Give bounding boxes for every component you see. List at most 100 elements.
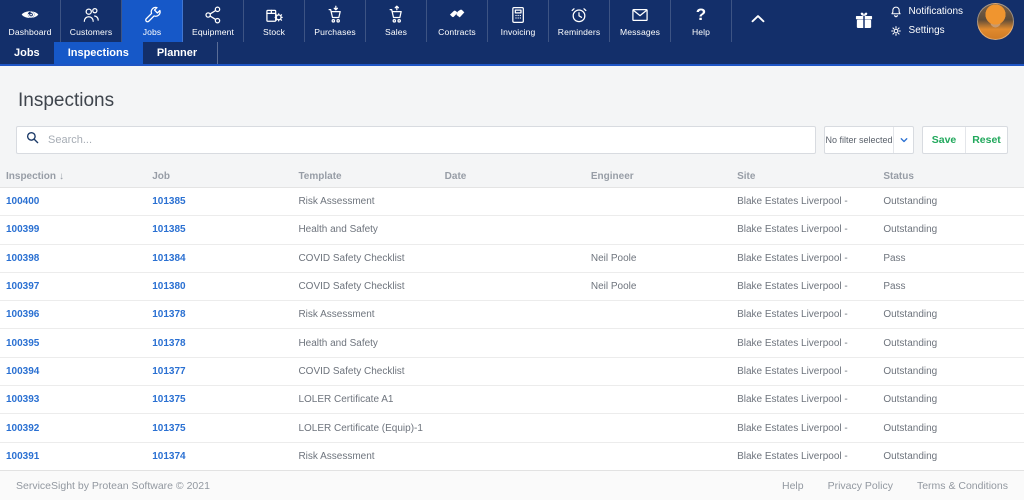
footer-link-help[interactable]: Help: [782, 480, 804, 492]
cart-down-icon: [325, 5, 345, 25]
table-row: 100394 101377 COVID Safety Checklist Blake …: [0, 357, 1024, 387]
inspection-cell-link[interactable]: 100392: [0, 423, 146, 434]
subnav-item-jobs[interactable]: Jobs: [0, 42, 54, 64]
question-icon: ?: [695, 5, 707, 24]
nav-item-label: Purchases: [314, 27, 356, 37]
customers-icon: [81, 5, 101, 25]
search-icon: [25, 130, 40, 150]
collapse-nav-button[interactable]: [732, 0, 784, 42]
site-cell: Blake Estates Liverpool -: [737, 196, 848, 208]
template-cell: COVID Safety Checklist: [298, 281, 405, 293]
column-header-template[interactable]: Template: [292, 171, 438, 182]
footer-copyright: ServiceSight by Protean Software © 2021: [16, 479, 210, 492]
nav-item-contracts[interactable]: Contracts: [427, 0, 488, 42]
nav-item-reminders[interactable]: Reminders: [549, 0, 610, 42]
job-cell-link[interactable]: 101377: [146, 366, 292, 377]
column-header-status[interactable]: Status: [877, 171, 1023, 182]
table-row: 100391 101374 Risk Assessment Blake Estates…: [0, 442, 1024, 470]
envelope-icon: [630, 5, 650, 25]
notifications-button[interactable]: Notifications: [889, 5, 963, 19]
table-row: 100393 101375 LOLER Certificate A1 Blake Es…: [0, 386, 1024, 415]
inspection-cell-link[interactable]: 100397: [0, 281, 146, 292]
save-button[interactable]: Save: [923, 127, 965, 153]
inspection-cell-link[interactable]: 100395: [0, 338, 146, 349]
search-input[interactable]: [48, 134, 807, 146]
column-header-inspection[interactable]: Inspection ↓: [0, 171, 146, 182]
column-header-job[interactable]: Job: [146, 171, 292, 182]
template-cell: COVID Safety Checklist: [298, 252, 405, 264]
nav-item-messages[interactable]: Messages: [610, 0, 671, 42]
table-row: 100400 101385 Risk Assessment Blake Estates…: [0, 188, 1024, 217]
job-cell-link[interactable]: 101385: [146, 196, 292, 207]
inspection-cell-link[interactable]: 100398: [0, 253, 146, 264]
handshake-icon: [447, 5, 467, 25]
stock-box-icon: [264, 5, 284, 25]
inspection-cell-link[interactable]: 100400: [0, 196, 146, 207]
filter-selected-value: No filter selected: [825, 135, 893, 145]
inspection-cell-link[interactable]: 100394: [0, 366, 146, 377]
job-cell-link[interactable]: 101378: [146, 338, 292, 349]
page-title: Inspections: [18, 90, 115, 111]
template-cell: Health and Safety: [298, 224, 378, 236]
job-cell-link[interactable]: 101384: [146, 253, 292, 264]
inspection-cell-link[interactable]: 100393: [0, 394, 146, 405]
nav-item-dashboard[interactable]: Dashboard: [0, 0, 61, 42]
column-header-engineer[interactable]: Engineer: [585, 171, 731, 182]
settings-button[interactable]: Settings: [889, 24, 963, 38]
user-avatar[interactable]: [977, 2, 1014, 40]
status-cell: Outstanding: [883, 224, 938, 236]
nav-item-purchases[interactable]: Purchases: [305, 0, 366, 42]
subnav-item-planner[interactable]: Planner: [143, 42, 211, 64]
table-header-row: Inspection ↓ Job Template Date Engineer Site St…: [0, 166, 1024, 188]
footer-link-privacy[interactable]: Privacy Policy: [828, 480, 893, 492]
nav-item-invoicing[interactable]: Invoicing: [488, 0, 549, 42]
chevron-down-icon[interactable]: [893, 127, 913, 153]
job-cell-link[interactable]: 101375: [146, 423, 292, 434]
template-cell: LOLER Certificate (Equip)-1: [298, 422, 423, 434]
job-cell-link[interactable]: 101374: [146, 451, 292, 462]
gear-icon: [889, 24, 903, 38]
cart-up-icon: [386, 5, 406, 25]
subnav-divider: [217, 42, 219, 64]
nav-item-label: Equipment: [192, 27, 234, 37]
nav-item-sales[interactable]: Sales: [366, 0, 427, 42]
nav-item-jobs[interactable]: Jobs: [122, 0, 183, 42]
nav-item-help[interactable]: ? Help: [671, 0, 732, 42]
job-cell-link[interactable]: 101375: [146, 394, 292, 405]
footer: ServiceSight by Protean Software © 2021 …: [0, 470, 1024, 500]
status-cell: Outstanding: [883, 309, 938, 321]
template-cell: LOLER Certificate A1: [298, 394, 394, 406]
site-cell: Blake Estates Liverpool -: [737, 422, 848, 434]
footer-links: Help Privacy Policy Terms & Conditions: [782, 480, 1008, 492]
inspection-cell-link[interactable]: 100396: [0, 309, 146, 320]
table-row: 100397 101380 COVID Safety Checklist Neil P…: [0, 272, 1024, 302]
nav-item-equipment[interactable]: Equipment: [183, 0, 244, 42]
template-cell: Risk Assessment: [298, 450, 375, 462]
column-header-site[interactable]: Site: [731, 171, 877, 182]
whats-new-gift-icon[interactable]: [853, 10, 875, 32]
nav-item-stock[interactable]: Stock: [244, 0, 305, 42]
nav-item-label: Contracts: [438, 27, 476, 37]
footer-link-terms[interactable]: Terms & Conditions: [917, 480, 1008, 492]
inspection-cell-link[interactable]: 100399: [0, 224, 146, 235]
status-cell: Outstanding: [883, 196, 938, 208]
template-cell: Health and Safety: [298, 337, 378, 349]
inspection-cell-link[interactable]: 100391: [0, 451, 146, 462]
nav-item-label: Help: [691, 27, 711, 37]
filter-dropdown[interactable]: No filter selected: [824, 126, 914, 154]
subnav-item-inspections[interactable]: Inspections: [53, 42, 143, 64]
filter-actions: Save Reset: [922, 126, 1008, 154]
job-cell-link[interactable]: 101380: [146, 281, 292, 292]
job-cell-link[interactable]: 101378: [146, 309, 292, 320]
nav-item-customers[interactable]: Customers: [61, 0, 122, 42]
status-cell: Outstanding: [883, 422, 938, 434]
table-row: 100396 101378 Risk Assessment Blake Estates…: [0, 301, 1024, 330]
site-cell: Blake Estates Liverpool -: [737, 281, 848, 293]
status-cell: Pass: [883, 281, 906, 293]
nav-item-label: Reminders: [557, 27, 601, 37]
column-header-date[interactable]: Date: [439, 171, 585, 182]
job-cell-link[interactable]: 101385: [146, 224, 292, 235]
reset-button[interactable]: Reset: [965, 127, 1007, 153]
engineer-cell: Neil Poole: [590, 281, 637, 293]
table-row: 100392 101375 LOLER Certificate (Equip)-1 B…: [0, 414, 1024, 443]
